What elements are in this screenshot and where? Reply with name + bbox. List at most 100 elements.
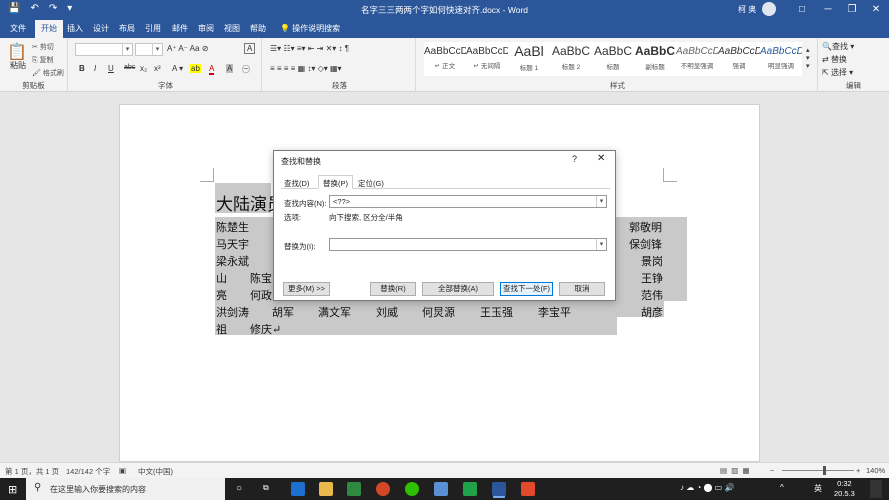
notes-icon[interactable] (434, 482, 448, 496)
restore-icon[interactable]: ❐ (842, 2, 862, 18)
document-name[interactable]: 何炅源 (422, 304, 455, 320)
tab-replace[interactable]: 替换(P) (318, 175, 353, 189)
paste-button[interactable]: 粘贴 (10, 60, 26, 71)
strikethrough-button[interactable]: abc (124, 64, 135, 71)
char-shading-icon[interactable]: A (226, 64, 234, 73)
tray-overflow-icon[interactable]: ^ (780, 483, 784, 492)
tab-file[interactable]: 文件 (10, 23, 26, 34)
windows-start-icon[interactable]: ⊞ (8, 483, 17, 496)
document-name[interactable]: 王玉强 (480, 304, 513, 320)
notification-icon[interactable] (870, 480, 882, 498)
document-name[interactable]: 王铮 (641, 270, 663, 286)
document-name[interactable]: 保剑锋 (629, 236, 662, 252)
edge-icon[interactable] (291, 482, 305, 496)
bold-button[interactable]: B (79, 64, 85, 73)
style-emphasis[interactable]: AaBbCcD 强调 (718, 42, 760, 76)
proofing-icon[interactable]: ▣ (119, 466, 126, 475)
recorder-icon[interactable] (521, 482, 535, 496)
help-icon[interactable]: ? (572, 154, 577, 164)
document-name[interactable]: 梁永斌 (216, 253, 249, 269)
document-name[interactable]: 陈宝 (250, 270, 272, 286)
close-icon[interactable]: ✕ (866, 2, 886, 18)
document-name[interactable]: 范伟 (641, 287, 663, 303)
tab-home[interactable]: 开始 (35, 20, 63, 38)
tab-view[interactable]: 视图 (224, 23, 240, 34)
tell-me-box[interactable]: 💡 操作说明搜索 (280, 23, 340, 34)
document-name[interactable]: 洪剑涛 (216, 304, 249, 320)
ime-indicator[interactable]: 英 (814, 483, 822, 494)
subscript-button[interactable]: x₂ (140, 64, 147, 73)
document-name[interactable]: 郭敬明 (629, 219, 662, 235)
paste-icon[interactable]: 📋 (7, 42, 27, 62)
more-button[interactable]: 更多(M) >> (283, 282, 330, 296)
tab-layout[interactable]: 布局 (119, 23, 135, 34)
document-name[interactable]: 何政 (250, 287, 272, 303)
grow-font-icon[interactable]: A⁺ A⁻ Aa ⊘ (167, 44, 208, 53)
styles-scroll-icon[interactable]: ▴ ▾ ▾ (806, 46, 810, 70)
style-normal[interactable]: AaBbCcDc↵ 正文 (424, 42, 466, 76)
font-name-combo[interactable]: ▾ (75, 43, 133, 56)
document-name[interactable]: 刘威 (376, 304, 398, 320)
tab-design[interactable]: 设计 (93, 23, 109, 34)
tab-references[interactable]: 引用 (145, 23, 161, 34)
font-color-button[interactable]: A (209, 64, 215, 75)
find-button[interactable]: 🔍查找 ▾ (822, 41, 854, 52)
tab-help[interactable]: 帮助 (250, 23, 266, 34)
style-subtitle[interactable]: AaBbC 副标题 (634, 42, 676, 76)
char-border-icon[interactable]: A (244, 43, 256, 54)
tab-goto[interactable]: 定位(G) (358, 178, 384, 189)
zoom-slider-thumb[interactable] (823, 466, 826, 475)
chevron-down-icon[interactable]: ▾ (596, 239, 606, 250)
replace-all-button[interactable]: 全部替换(A) (422, 282, 494, 296)
document-name[interactable]: 祖 (216, 321, 227, 337)
document-name[interactable]: 胡彦 (641, 304, 663, 320)
document-name[interactable]: 修庆↵ (250, 321, 281, 337)
find-next-button[interactable]: 查找下一处(F) (500, 282, 553, 296)
style-subtle-emphasis[interactable]: AaBbCcD 不明显强调 (676, 42, 718, 76)
view-buttons[interactable]: ▤ ▥ ▦ (720, 466, 750, 475)
replace-button[interactable]: 替换(R) (370, 282, 416, 296)
italic-button[interactable]: I (94, 64, 96, 73)
find-input[interactable]: <??> ▾ (329, 195, 607, 208)
word-icon[interactable] (492, 482, 506, 496)
zoom-level[interactable]: 140% (866, 466, 885, 475)
document-name[interactable]: 景岗 (641, 253, 663, 269)
zoom-in-icon[interactable]: + (856, 466, 860, 475)
font-size-combo[interactable]: ▾ (135, 43, 163, 56)
zoom-out-icon[interactable]: − (770, 466, 774, 475)
superscript-button[interactable]: x² (154, 64, 161, 73)
avatar[interactable] (762, 2, 776, 16)
ribbon-display-options-icon[interactable]: □ (792, 2, 812, 18)
copy-button[interactable]: ⎘ 复制 (32, 55, 54, 65)
tab-insert[interactable]: 插入 (67, 23, 83, 34)
task-view-icon[interactable]: ⧉ (263, 483, 269, 493)
camtasia-icon[interactable] (463, 482, 477, 496)
bullets-icon[interactable]: ☰▾ ☷▾ ≡▾ ⇤ ⇥ ✕▾ ↕ ¶ (270, 44, 349, 53)
tab-review[interactable]: 审阅 (198, 23, 214, 34)
enclose-char-icon[interactable]: ㊀ (242, 64, 250, 75)
style-heading-1[interactable]: AaBl 标题 1 (508, 42, 550, 76)
format-painter-button[interactable]: 🖌 格式刷 (32, 68, 64, 78)
select-button[interactable]: ⇱ 选择 ▾ (822, 67, 853, 78)
chevron-down-icon[interactable]: ▾ (596, 196, 606, 207)
document-name[interactable]: 马天宇 (216, 236, 249, 252)
cut-button[interactable]: ✂ 剪切 (32, 42, 54, 52)
store-icon[interactable] (347, 482, 361, 496)
zoom-slider[interactable] (782, 470, 854, 471)
cancel-button[interactable]: 取消 (559, 282, 605, 296)
minimize-icon[interactable]: ─ (818, 2, 838, 18)
powerpoint-icon[interactable] (376, 482, 390, 496)
tab-find[interactable]: 查找(D) (284, 178, 309, 189)
close-icon[interactable]: ✕ (597, 153, 605, 164)
language-indicator[interactable]: 中文(中国) (138, 466, 173, 477)
style-heading-2[interactable]: AaBbC 标题 2 (550, 42, 592, 76)
cortana-icon[interactable]: ○ (236, 483, 242, 494)
word-count[interactable]: 142/142 个字 (66, 466, 110, 477)
underline-button[interactable]: U (108, 64, 114, 73)
document-name[interactable]: 亮 (216, 287, 227, 303)
align-left-icon[interactable]: ≡ ≡ ≡ ≡ ▦ ↕▾ ◇▾ ▦▾ (270, 64, 342, 73)
tray-icons[interactable]: ♪ ☁ ◔ ⬤ ▭ 🔊 (680, 483, 734, 492)
document-name[interactable]: 胡军 (272, 304, 294, 320)
document-name[interactable]: 陈楚生 (216, 219, 249, 235)
style-intense-emphasis[interactable]: AaBbCcD 明显强调 (760, 42, 802, 76)
